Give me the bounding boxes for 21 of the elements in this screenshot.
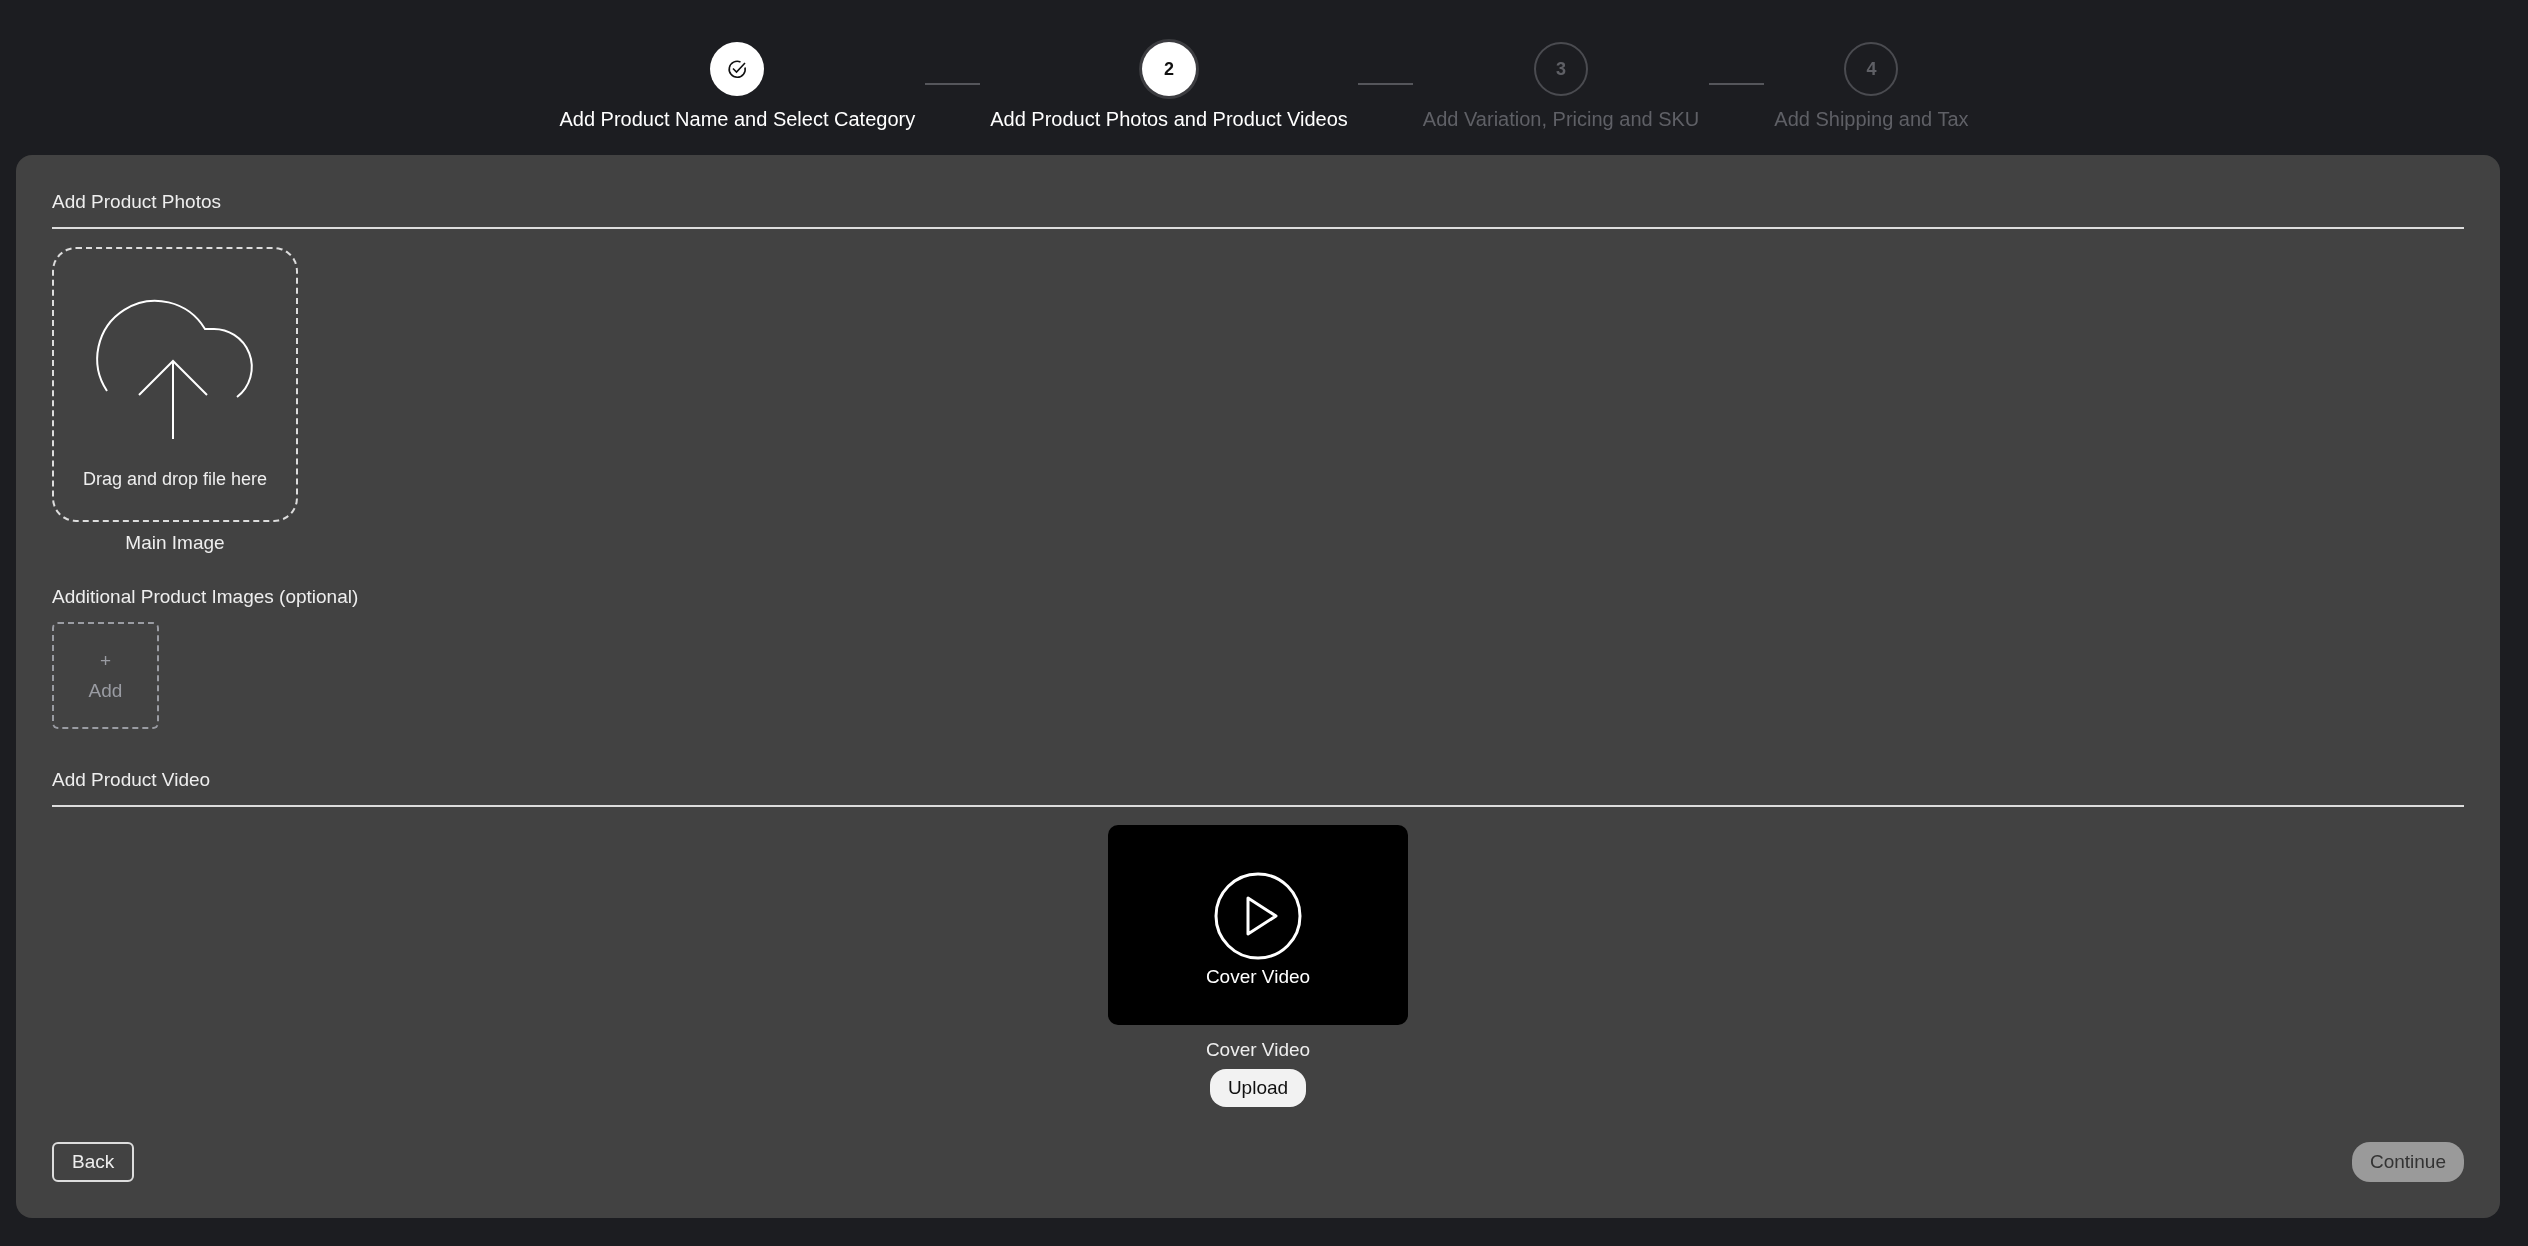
video-caption: Cover Video <box>1205 966 1311 988</box>
main-image-label: Main Image <box>124 532 226 554</box>
video-preview[interactable]: Cover Video <box>1108 825 1408 1025</box>
step-label: Add Shipping and Tax <box>1774 108 1969 131</box>
step-label: Add Product Name and Select Category <box>559 108 916 131</box>
step-indicator: 2 <box>1142 42 1197 96</box>
section-heading: Add Product Video <box>52 769 2464 807</box>
image-dropzone[interactable]: Drag and drop file here <box>52 247 298 522</box>
add-image-button[interactable]: + Add <box>52 622 159 729</box>
step-label: Add Variation, Pricing and SKU <box>1422 108 1700 131</box>
back-button[interactable]: Back <box>52 1142 135 1182</box>
step-indicator: 3 <box>1534 42 1589 96</box>
check-circle-icon <box>726 58 749 80</box>
additional-images-heading: Additional Product Images (optional) <box>52 586 360 608</box>
step-indicator: 4 <box>1844 42 1899 96</box>
dropzone-hint: Drag and drop file here <box>82 469 268 490</box>
section-heading: Add Product Photos <box>52 191 2464 229</box>
video-label: Cover Video <box>1205 1039 1311 1061</box>
upload-button[interactable]: Upload <box>1209 1069 1307 1107</box>
step-label: Add Product Photos and Product Videos <box>990 108 1348 131</box>
play-icon <box>1214 872 1302 960</box>
